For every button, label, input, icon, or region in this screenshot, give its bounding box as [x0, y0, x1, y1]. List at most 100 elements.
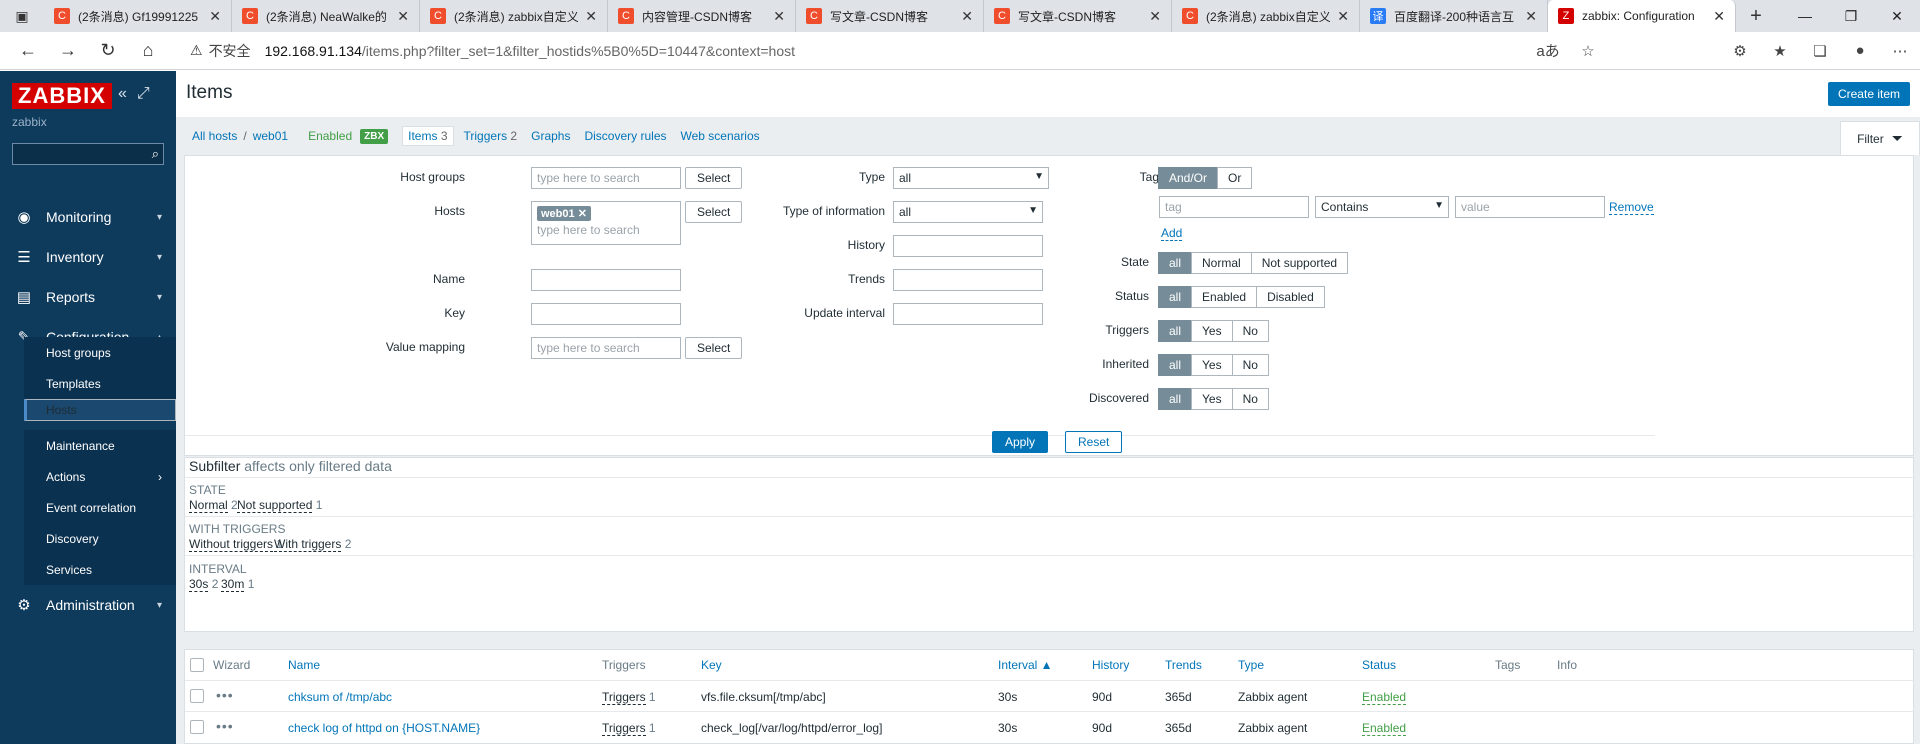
value-mapping-select-button[interactable]: Select — [685, 337, 743, 359]
item-triggers[interactable]: Triggers 1 — [602, 721, 656, 736]
breadcrumb-host[interactable]: web01 — [253, 129, 288, 143]
tab-triggers[interactable]: Triggers 2 — [464, 129, 518, 143]
column-header-name[interactable]: Name — [288, 658, 320, 672]
read-aloud-icon[interactable]: aあ — [1528, 32, 1568, 70]
column-header-status[interactable]: Status — [1362, 658, 1396, 672]
and-or-option[interactable]: And/Or — [1158, 167, 1219, 189]
browser-tab[interactable]: C 内容管理-CSDN博客 ✕ — [608, 0, 796, 32]
back-icon[interactable]: ← — [8, 32, 48, 70]
submenu-templates[interactable]: Templates — [24, 368, 176, 399]
browser-tab[interactable]: C (2条消息) Gf19991225 ✕ — [44, 0, 232, 32]
status-enabled[interactable]: Enabled — [1191, 286, 1258, 308]
submenu-hosts[interactable]: Hosts — [24, 399, 176, 421]
item-name-link[interactable]: check log of httpd on {HOST.NAME} — [288, 721, 480, 735]
forward-icon[interactable]: → — [48, 32, 88, 70]
type-select[interactable]: all ▼ — [893, 167, 1049, 189]
host-groups-select-button[interactable]: Select — [685, 167, 743, 189]
submenu-maintenance[interactable]: Maintenance — [24, 430, 176, 461]
tab-graphs[interactable]: Graphs — [531, 129, 570, 143]
browser-tab[interactable]: C (2条消息) zabbix自定义 ✕ — [1172, 0, 1360, 32]
or-option[interactable]: Or — [1217, 167, 1253, 189]
subfilter-interval-30s[interactable]: 30s 2 — [189, 577, 218, 592]
inherited-all[interactable]: all — [1158, 354, 1193, 376]
column-header-trends[interactable]: Trends — [1165, 658, 1202, 672]
inherited-yes[interactable]: Yes — [1191, 354, 1233, 376]
filter-tab[interactable]: Filter ⏷ — [1840, 121, 1920, 155]
menu-administration[interactable]: ⚙ Administration ▾ — [0, 585, 176, 625]
restore-icon[interactable]: ❐ — [1828, 0, 1874, 32]
remove-tag-link[interactable]: Remove — [1609, 200, 1654, 215]
inherited-no[interactable]: No — [1231, 354, 1269, 376]
browser-tab[interactable]: C 写文章-CSDN博客 ✕ — [796, 0, 984, 32]
sidebar-search-input[interactable]: ⌕ — [12, 143, 164, 165]
browser-tab[interactable]: C (2条消息) NeaWalke的 ✕ — [232, 0, 420, 32]
subfilter-link[interactable]: 30m — [221, 577, 245, 592]
discovered-no[interactable]: No — [1231, 388, 1269, 410]
type-of-information-select[interactable]: all ▼ — [893, 201, 1043, 223]
value-mapping-input[interactable]: type here to search — [531, 337, 681, 359]
key-input[interactable] — [531, 303, 681, 325]
tag-input[interactable]: tag — [1159, 196, 1309, 218]
submenu-discovery[interactable]: Discovery — [24, 523, 176, 554]
tag-operator-select[interactable]: Contains ▼ — [1315, 196, 1449, 218]
subfilter-link[interactable]: Normal — [189, 498, 228, 513]
reload-icon[interactable]: ↻ — [88, 32, 128, 70]
item-name-link[interactable]: chksum of /tmp/abc — [288, 690, 392, 704]
more-icon[interactable]: ⋯ — [1880, 32, 1920, 70]
wizard-menu-icon[interactable]: ••• — [216, 718, 234, 734]
column-header-key[interactable]: Key — [701, 658, 722, 672]
home-icon[interactable]: ⌂ — [128, 32, 168, 70]
favorite-add-icon[interactable]: ☆ — [1568, 32, 1608, 70]
browser-tab[interactable]: 译百度翻译-200种语言互 ✕ — [1360, 0, 1548, 32]
update-interval-input[interactable] — [893, 303, 1043, 325]
close-tab-icon[interactable]: ✕ — [397, 8, 409, 25]
minimize-icon[interactable]: — — [1782, 0, 1828, 32]
row-checkbox[interactable] — [190, 689, 204, 703]
tab-items[interactable]: Items 3 — [402, 126, 454, 146]
reset-button[interactable]: Reset — [1065, 431, 1123, 453]
tab-discovery-rules[interactable]: Discovery rules — [584, 129, 666, 143]
status-disabled[interactable]: Disabled — [1256, 286, 1325, 308]
menu-inventory[interactable]: ☰ Inventory ▾ — [0, 237, 176, 277]
tab-web-scenarios[interactable]: Web scenarios — [681, 129, 760, 143]
triggers-all[interactable]: all — [1158, 320, 1193, 342]
submenu-services[interactable]: Services — [24, 554, 176, 585]
browser-tab[interactable]: C 写文章-CSDN博客 ✕ — [984, 0, 1172, 32]
close-tab-icon[interactable]: ✕ — [1525, 8, 1537, 25]
breadcrumb-all-hosts[interactable]: All hosts — [192, 129, 237, 143]
name-input[interactable] — [531, 269, 681, 291]
subfilter-state-not-supported[interactable]: Not supported 1 — [237, 498, 322, 513]
menu-reports[interactable]: ▤ Reports ▾ — [0, 277, 176, 317]
close-tab-icon[interactable]: ✕ — [773, 8, 785, 25]
hosts-select-button[interactable]: Select — [685, 201, 743, 223]
subfilter-with-triggers[interactable]: With triggers 2 — [274, 537, 351, 552]
column-header-interval[interactable]: Interval ▲ — [998, 658, 1053, 672]
trends-input[interactable] — [893, 269, 1043, 291]
subfilter-without-triggers[interactable]: Without triggers 1 — [189, 537, 283, 552]
close-tab-icon[interactable]: ✕ — [1149, 8, 1161, 25]
subfilter-state-normal[interactable]: Normal 2 — [189, 498, 238, 513]
extensions-icon[interactable]: ⚙ — [1720, 32, 1760, 70]
triggers-link[interactable]: Triggers — [602, 721, 646, 736]
profile-avatar-icon[interactable]: ● — [1840, 32, 1880, 70]
url-field[interactable]: ⚠ 不安全 192.168.91.134/items.php?filter_se… — [178, 36, 1608, 66]
browser-tab[interactable]: C (2条消息) zabbix自定义 ✕ — [420, 0, 608, 32]
column-header-history[interactable]: History — [1092, 658, 1129, 672]
submenu-event-correlation[interactable]: Event correlation — [24, 492, 176, 523]
discovered-yes[interactable]: Yes — [1191, 388, 1233, 410]
create-item-button[interactable]: Create item — [1827, 82, 1910, 106]
status-all[interactable]: all — [1158, 286, 1193, 308]
item-status-link[interactable]: Enabled — [1362, 721, 1407, 736]
close-tab-icon[interactable]: ✕ — [961, 8, 973, 25]
tab-actions-icon[interactable]: ▣ — [0, 0, 44, 32]
subfilter-link[interactable]: Without triggers — [189, 537, 274, 552]
remove-chip-icon[interactable]: ✕ — [578, 208, 587, 220]
column-header-type[interactable]: Type — [1238, 658, 1264, 672]
item-status-link[interactable]: Enabled — [1362, 690, 1407, 705]
discovered-all[interactable]: all — [1158, 388, 1193, 410]
submenu-actions[interactable]: Actions › — [24, 461, 176, 492]
add-tag-link[interactable]: Add — [1161, 226, 1183, 241]
state-normal[interactable]: Normal — [1191, 252, 1252, 274]
close-tab-icon[interactable]: ✕ — [1713, 8, 1725, 25]
subfilter-interval-30m[interactable]: 30m 1 — [221, 577, 254, 592]
